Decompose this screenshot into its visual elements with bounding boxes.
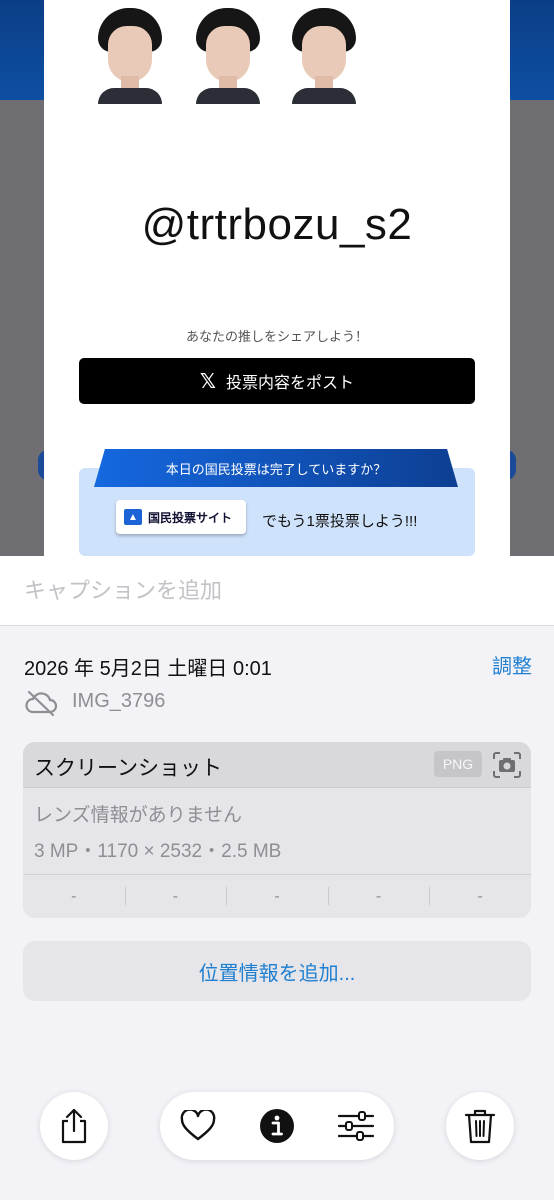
- post-vote-button[interactable]: 𝕏 投票内容をポスト: [79, 358, 475, 404]
- share-caption: あなたの推しをシェアしよう！: [185, 329, 368, 344]
- photo-info-sheet: 2026 年 5月2日 土曜日 0:01 調整 IMG_3796 スクリーンショ…: [0, 556, 554, 1200]
- adjust-icon: [337, 1111, 375, 1141]
- heart-icon: [180, 1110, 216, 1141]
- share-button[interactable]: [40, 1092, 108, 1160]
- add-location-button[interactable]: 位置情報を追加...: [23, 941, 531, 1001]
- x-logo-icon: 𝕏: [199, 369, 217, 393]
- metadata-header: スクリーンショット PNG: [23, 742, 531, 788]
- format-badge: PNG: [434, 751, 482, 777]
- metadata-title: スクリーンショット: [34, 757, 222, 780]
- vote-site-label: 国民投票サイト: [148, 510, 233, 525]
- exif-shutter: -: [429, 875, 531, 918]
- metadata-card: スクリーンショット PNG レンズ情報がありません 3 MP・1170 × 25…: [23, 742, 531, 918]
- favorite-button[interactable]: [178, 1106, 218, 1146]
- lens-info: レンズ情報がありません: [34, 805, 243, 826]
- vote-site-button[interactable]: ▲ 国民投票サイト: [116, 500, 246, 534]
- share-icon: [61, 1108, 87, 1144]
- screenshot-preview[interactable]: @trtrbozu_s2 あなたの推しをシェアしよう！ 𝕏 投票内容をポスト 本…: [0, 0, 554, 556]
- user-handle: @trtrbozu_s2: [141, 200, 413, 249]
- exif-exposure: -: [226, 875, 328, 918]
- vote-result-card: @trtrbozu_s2 あなたの推しをシェアしよう！ 𝕏 投票内容をポスト 本…: [44, 0, 510, 556]
- capture-datetime: 2026 年 5月2日 土曜日 0:01: [24, 658, 272, 680]
- image-specs: 3 MP・1170 × 2532・2.5 MB: [34, 841, 282, 862]
- vote-again-text: でもう1票投票しよう!!!: [262, 513, 418, 530]
- vote-reminder-banner: 本日の国民投票は完了していますか？: [94, 449, 458, 487]
- file-name: IMG_3796: [72, 690, 166, 712]
- caption-input[interactable]: [0, 556, 554, 626]
- adjust-button[interactable]: [336, 1106, 376, 1146]
- member-photo: [288, 6, 360, 104]
- screenshot-camera-icon: [493, 752, 521, 778]
- exif-aperture: -: [327, 875, 430, 918]
- exif-iso: -: [71, 887, 77, 905]
- ballot-box-icon: ▲: [124, 509, 142, 525]
- info-icon: [260, 1109, 294, 1143]
- cloud-off-icon: [25, 690, 58, 716]
- post-vote-label: 投票内容をポスト: [226, 375, 355, 392]
- photo-actions-group: [160, 1092, 394, 1160]
- member-photo: [94, 6, 166, 104]
- delete-button[interactable]: [446, 1092, 514, 1160]
- member-photo: [192, 6, 264, 104]
- trash-icon: [464, 1109, 496, 1144]
- exif-focal-length: -: [124, 875, 227, 918]
- info-button[interactable]: [257, 1106, 297, 1146]
- exif-row: - - - - -: [23, 875, 531, 918]
- adjust-datetime-button[interactable]: 調整: [492, 650, 532, 679]
